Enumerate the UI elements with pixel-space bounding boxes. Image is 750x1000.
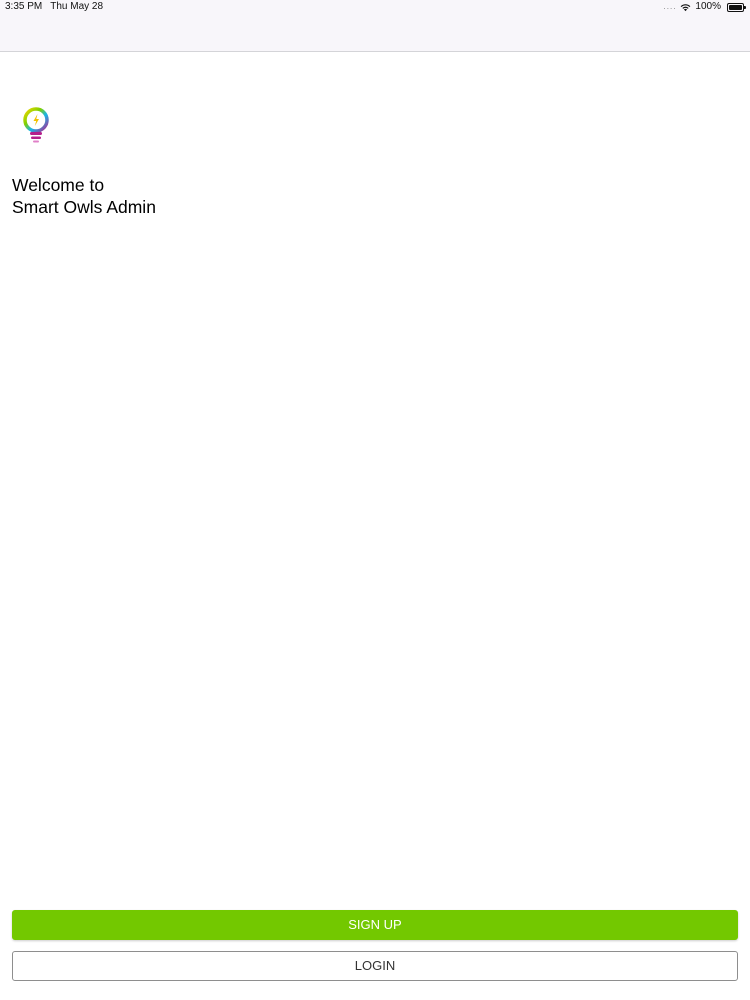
status-right: .... 100%	[663, 0, 746, 14]
navigation-bar	[0, 14, 750, 52]
sign-up-button[interactable]: SIGN UP	[12, 910, 738, 940]
wifi-icon	[681, 3, 691, 11]
status-time: 3:35 PM	[5, 1, 43, 12]
welcome-line-2: Smart Owls Admin	[12, 197, 156, 217]
status-left: 3:35 PM Thu May 28	[5, 0, 103, 14]
smart-owls-logo-icon	[23, 107, 49, 143]
signal-dots-icon: ....	[663, 2, 677, 11]
status-bar: 3:35 PM Thu May 28 .... 100%	[0, 0, 750, 14]
welcome-text: Welcome to Smart Owls Admin	[12, 174, 156, 218]
login-button[interactable]: LOGIN	[12, 951, 738, 981]
welcome-line-1: Welcome to	[12, 175, 105, 195]
status-date: Thu May 28	[50, 1, 104, 12]
battery-percent: 100%	[695, 1, 721, 12]
battery-icon	[727, 2, 746, 12]
